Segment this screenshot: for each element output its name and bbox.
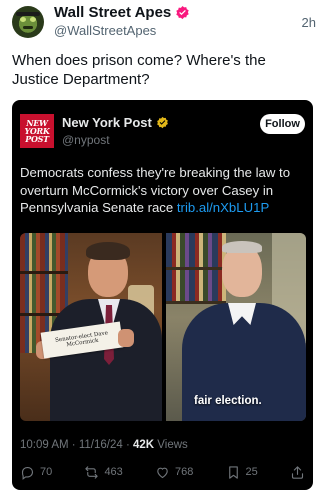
like-count: 768 (174, 466, 194, 478)
author-name[interactable]: Wall Street Apes (54, 4, 171, 21)
follow-button[interactable]: Follow (260, 114, 305, 134)
person-left-hand (118, 329, 134, 347)
meta-separator: · (71, 439, 79, 451)
nypost-logo[interactable]: NEW YORK POST (20, 114, 54, 148)
quoted-post-card[interactable]: NEW YORK POST New York Post @nypost Foll… (12, 100, 313, 490)
meta-separator: · (125, 439, 133, 451)
heart-icon (157, 467, 168, 478)
author-handle[interactable]: @WallStreetApes (54, 23, 190, 38)
person-left-hair (86, 242, 130, 260)
author-name-row[interactable]: Wall Street Apes (54, 4, 190, 21)
person-right-hair (222, 241, 262, 253)
shelf-divider (20, 271, 68, 274)
media-image-left[interactable]: Senator-elect Dave McCormick (20, 233, 162, 421)
post-header: Wall Street Apes @WallStreetApes 2h (12, 4, 316, 40)
reply-icon (21, 466, 34, 480)
bookmark-button[interactable]: 25 (226, 465, 258, 480)
quoted-author-handle[interactable]: @nypost (62, 133, 169, 147)
views-count: 42K (132, 439, 155, 451)
media-grid[interactable]: Senator-elect Dave McCormick fair electi… (20, 233, 306, 421)
post-timestamp[interactable]: 2h (302, 15, 316, 30)
quoted-post-text: Democrats confess they're breaking the l… (20, 164, 303, 217)
reply-button[interactable]: 70 (20, 465, 52, 480)
post-meta: 10:09 AM · 11/16/24 · 42K Views (20, 439, 188, 451)
author-avatar[interactable] (12, 6, 44, 38)
share-icon (291, 465, 304, 479)
share-button[interactable] (290, 465, 305, 480)
verified-badge-icon (176, 5, 189, 20)
quoted-author-name[interactable]: New York Post (62, 115, 152, 130)
author-info: Wall Street Apes @WallStreetApes (54, 4, 190, 38)
media-image-right[interactable]: fair election. (166, 233, 306, 421)
bookmark-count: 25 (245, 466, 258, 478)
reply-count: 70 (40, 466, 53, 478)
logo-line-3: POST (25, 134, 49, 144)
repost-icon (85, 465, 99, 479)
quoted-post-link[interactable]: trib.al/nXbLU1P (177, 200, 269, 215)
quoted-author-info: New York Post @nypost (62, 115, 169, 147)
views-label: Views (157, 439, 188, 451)
video-caption: fair election. (194, 395, 262, 407)
action-bar: 70 463 768 25 (20, 463, 305, 481)
quoted-author-name-row[interactable]: New York Post (62, 115, 169, 130)
like-button[interactable]: 768 (155, 465, 193, 480)
post-text: When does prison come? Where's the Justi… (12, 52, 266, 88)
post-date[interactable]: 11/16/24 (79, 439, 123, 451)
bookmark-icon (228, 465, 238, 479)
repost-count: 463 (104, 466, 123, 478)
verified-gold-badge-icon (156, 116, 168, 129)
repost-button[interactable]: 463 (84, 465, 123, 480)
post-time[interactable]: 10:09 AM (20, 439, 69, 451)
shelf-divider (166, 267, 226, 270)
